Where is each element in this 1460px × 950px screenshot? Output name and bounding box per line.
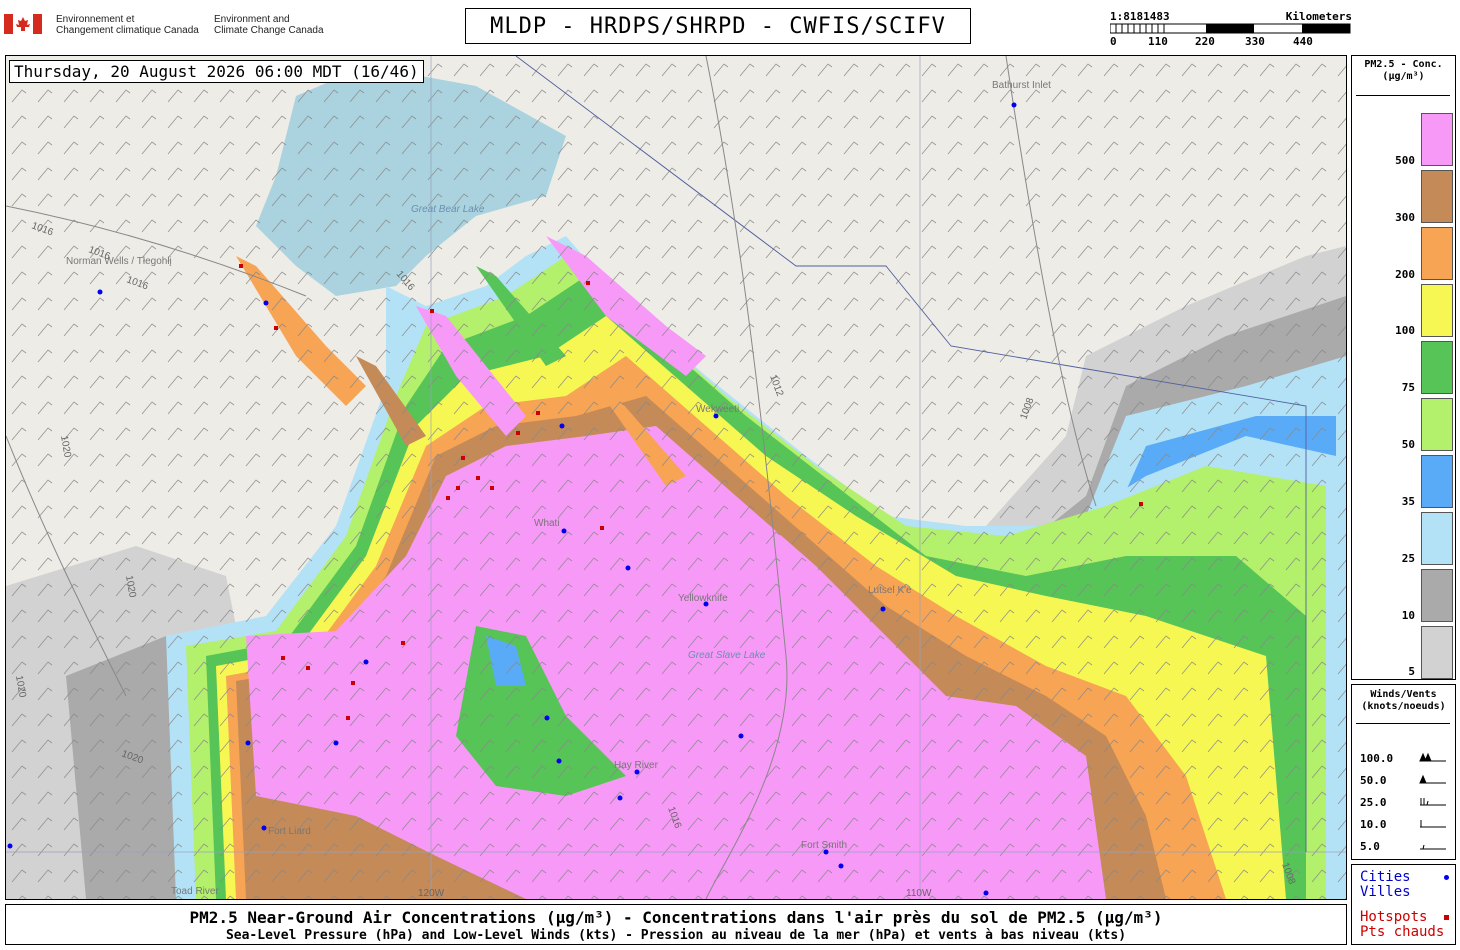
wind-legend: Winds/Vents (knots/noeuds) 100.0 50.0 25… bbox=[1351, 684, 1456, 860]
agency-en-line-1: Environment and bbox=[214, 14, 290, 25]
wind-row-10: 10.0 bbox=[1360, 818, 1387, 831]
pm25-legend: PM2.5 - Conc. (µg/m³) 500 300 200 100 75… bbox=[1351, 55, 1456, 680]
scale-unit: Kilometers bbox=[1285, 10, 1352, 23]
pm25-legend-units: (µg/m³) bbox=[1382, 71, 1425, 82]
map-canvas: Bathurst Inlet Great Bear Lake Norman We… bbox=[6, 56, 1346, 899]
caption-line-1: PM2.5 Near-Ground Air Concentrations (µg… bbox=[189, 908, 1163, 927]
pm25-legend-title: PM2.5 - Conc. bbox=[1364, 59, 1443, 70]
wind-row-100: 100.0 bbox=[1360, 752, 1394, 765]
label-great-slave-lake: Great Slave Lake bbox=[688, 650, 766, 661]
wind-barb-icons bbox=[1419, 752, 1446, 850]
cities-label-en: Cities bbox=[1360, 869, 1411, 885]
agency-name-en: Environment and Climate Change Canada bbox=[214, 14, 324, 36]
caption-line-2: Sea-Level Pressure (hPa) and Low-Level W… bbox=[225, 928, 1127, 943]
bin-label-5: 5 bbox=[1408, 665, 1415, 678]
map-caption: PM2.5 Near-Ground Air Concentrations (µg… bbox=[5, 904, 1347, 945]
hotspots-label-en: Hotspots bbox=[1360, 909, 1428, 925]
label-fort-smith: Fort Smith bbox=[801, 840, 847, 851]
bin-label-500: 500 bbox=[1395, 154, 1415, 167]
label-lutselk-e: Lutsel K'e bbox=[868, 585, 912, 596]
smoke-forecast-map[interactable]: Bathurst Inlet Great Bear Lake Norman We… bbox=[5, 55, 1347, 900]
meridian-label-110w: 110W bbox=[906, 888, 932, 899]
hotspots-legend-label: Hotspots Pts chauds bbox=[1360, 910, 1444, 940]
bin-label-75: 75 bbox=[1401, 381, 1415, 394]
scale-bar: 1:8181483 Kilometers 0 110 220 330 440 bbox=[1110, 10, 1352, 50]
cities-legend-label: Cities Villes bbox=[1360, 870, 1411, 900]
points-legend: Cities Villes Hotspots Pts chauds bbox=[1351, 864, 1456, 945]
meridian-label-120w: 120W bbox=[418, 888, 445, 899]
label-yellowknife: Yellowknife bbox=[678, 593, 728, 604]
wind-legend-units: (knots/noeuds) bbox=[1361, 701, 1446, 712]
label-bathurst-inlet: Bathurst Inlet bbox=[992, 80, 1051, 91]
city-dot-icon bbox=[1444, 875, 1449, 880]
wind-row-5: 5.0 bbox=[1360, 840, 1380, 853]
scale-tick-2: 220 bbox=[1195, 35, 1215, 48]
label-toad-river: Toad River bbox=[171, 886, 219, 897]
bin-label-10: 10 bbox=[1401, 609, 1415, 622]
product-title: MLDP - HRDPS/SHRPD - CWFIS/SCIFV bbox=[465, 8, 971, 44]
wind-legend-title: Winds/Vents bbox=[1370, 689, 1437, 700]
swatch-100 bbox=[1421, 284, 1453, 337]
bin-label-35: 35 bbox=[1401, 495, 1415, 508]
agency-en-line-2: Climate Change Canada bbox=[214, 25, 324, 36]
product-title-text: MLDP - HRDPS/SHRPD - CWFIS/SCIFV bbox=[490, 13, 946, 39]
swatch-200 bbox=[1421, 227, 1453, 280]
wind-row-50: 50.0 bbox=[1360, 774, 1387, 787]
scale-tick-4: 440 bbox=[1293, 35, 1313, 48]
label-hay-river: Hay River bbox=[614, 760, 659, 771]
bin-label-300: 300 bbox=[1395, 211, 1415, 224]
legend-divider bbox=[1356, 723, 1450, 724]
agency-fr-line-2: Changement climatique Canada bbox=[56, 25, 199, 36]
label-norman-wells: Norman Wells / Tłegohłį bbox=[66, 256, 172, 267]
label-great-bear-lake: Great Bear Lake bbox=[411, 204, 485, 215]
swatch-500 bbox=[1421, 113, 1453, 166]
swatch-75 bbox=[1421, 341, 1453, 394]
swatch-50 bbox=[1421, 398, 1453, 451]
legend-divider bbox=[1356, 95, 1450, 96]
forecast-timestamp: Thursday, 20 August 2026 06:00 MDT (16/4… bbox=[9, 60, 424, 83]
cities-label-fr: Villes bbox=[1360, 884, 1411, 900]
label-fort-liard: Fort Liard bbox=[268, 826, 311, 837]
scale-tick-0: 0 bbox=[1110, 35, 1117, 48]
swatch-25 bbox=[1421, 512, 1453, 565]
agency-name-fr: Environnement et Changement climatique C… bbox=[56, 14, 199, 36]
bin-label-50: 50 bbox=[1401, 438, 1415, 451]
swatch-300 bbox=[1421, 170, 1453, 223]
scale-bar-graphic bbox=[1110, 23, 1351, 34]
agency-fr-line-1: Environnement et bbox=[56, 14, 135, 25]
swatch-35 bbox=[1421, 455, 1453, 508]
bin-label-200: 200 bbox=[1395, 268, 1415, 281]
bin-label-100: 100 bbox=[1395, 324, 1415, 337]
scale-ratio: 1:8181483 bbox=[1110, 10, 1170, 23]
label-wekweeti: Wekweeti bbox=[696, 404, 739, 415]
hotspots-label-fr: Pts chauds bbox=[1360, 924, 1445, 940]
bin-label-25: 25 bbox=[1401, 552, 1415, 565]
hotspot-square-icon bbox=[1444, 915, 1449, 920]
canada-flag-icon bbox=[4, 14, 42, 34]
label-whati: Whati bbox=[534, 518, 560, 529]
wind-row-25: 25.0 bbox=[1360, 796, 1387, 809]
swatch-10 bbox=[1421, 569, 1453, 622]
scale-tick-1: 110 bbox=[1148, 35, 1168, 48]
swatch-5 bbox=[1421, 626, 1453, 679]
scale-tick-3: 330 bbox=[1245, 35, 1265, 48]
forecast-timestamp-text: Thursday, 20 August 2026 06:00 MDT (16/4… bbox=[14, 62, 419, 81]
